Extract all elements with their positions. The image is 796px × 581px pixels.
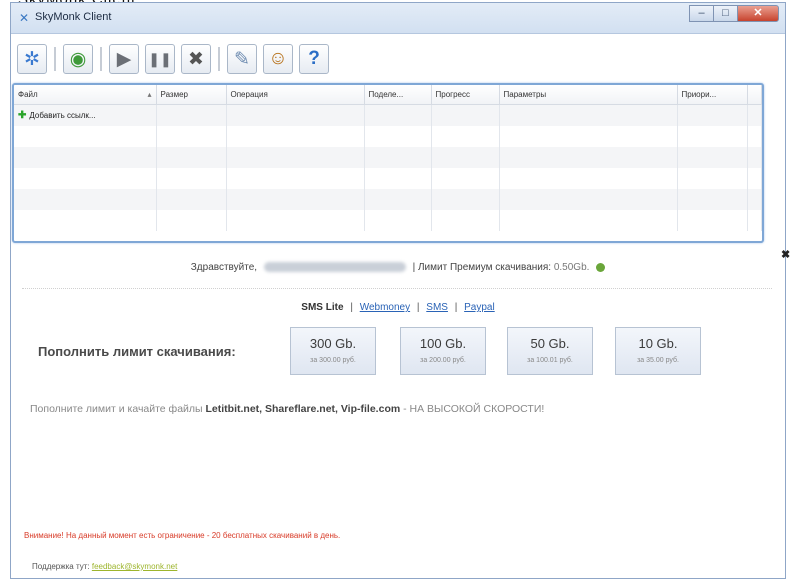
play-icon: ▶ [116, 48, 132, 70]
toolbar-separator [218, 47, 220, 71]
add-link-label: Добавить ссылк... [29, 111, 96, 120]
play-button[interactable]: ▶ [109, 44, 139, 74]
package-50gb-button[interactable]: 50 Gb. за 100.01 руб. [507, 327, 593, 375]
promo-text: Пополните лимит и качайте файлы Letitbit… [30, 403, 545, 415]
table-row[interactable] [14, 168, 762, 189]
downloads-table: Файл ▴ Размер Операция Поделе... Прогресс… [12, 83, 764, 243]
table-row[interactable] [14, 210, 762, 231]
table-row[interactable] [14, 189, 762, 210]
support-label: Поддержка тут: [32, 562, 90, 571]
toolbar: ✲ ◉ ▶ ❚❚ ✖ ✎ ☺ ? [17, 39, 335, 79]
toolbar-separator [54, 47, 56, 71]
blurred-email [263, 262, 406, 273]
package-price: за 100.01 руб. [527, 357, 573, 364]
maximize-button[interactable]: □ [713, 5, 737, 22]
payment-webmoney-link[interactable]: Webmoney [360, 302, 410, 313]
package-amount: 50 Gb. [530, 336, 570, 351]
warning-message: Внимание! На данный момент есть ограниче… [24, 531, 341, 540]
package-300gb-button[interactable]: 300 Gb. за 300.00 руб. [290, 327, 376, 375]
minimize-button[interactable]: – [689, 5, 713, 22]
payment-sms-link[interactable]: SMS [426, 302, 448, 313]
title-bar: ✕ SkyMonk Client – □ ✕ [11, 3, 785, 34]
panel-close-icon[interactable]: ✖ [781, 248, 790, 261]
globe-button[interactable]: ◉ [63, 44, 93, 74]
package-amount: 100 Gb. [419, 336, 467, 351]
toolbar-separator [100, 47, 102, 71]
package-100gb-button[interactable]: 100 Gb. за 200.00 руб. [400, 327, 486, 375]
column-header-size[interactable]: Размер [156, 85, 227, 105]
window-title: SkyMonk Client [35, 11, 112, 23]
greeting-text: Здравствуйте, [190, 262, 258, 273]
column-header-progress[interactable]: Прогресс [431, 85, 500, 105]
package-10gb-button[interactable]: 10 Gb. за 35.00 руб. [615, 327, 701, 375]
table-row[interactable]: ✚ Добавить ссылк... [14, 104, 762, 126]
package-price: за 300.00 руб. [310, 357, 356, 364]
column-header-shared[interactable]: Поделе... [364, 85, 432, 105]
limit-label: Лимит Премиум скачивания: [417, 262, 552, 273]
column-header-empty [747, 85, 762, 105]
payment-paypal-link[interactable]: Paypal [464, 302, 495, 313]
add-link-cell[interactable]: ✚ Добавить ссылк... [14, 104, 157, 126]
help-icon: ? [308, 48, 320, 69]
table-header: Файл ▴ Размер Операция Поделе... Прогресс… [14, 85, 762, 105]
app-icon: ✕ [19, 11, 30, 25]
user-button[interactable]: ☺ [263, 44, 293, 74]
stop-button[interactable]: ✖ [181, 44, 211, 74]
column-header-file[interactable]: Файл ▴ [14, 85, 157, 105]
stop-icon: ✖ [188, 48, 204, 70]
payment-sms-lite[interactable]: SMS Lite [301, 302, 343, 313]
column-header-operation[interactable]: Операция [226, 85, 365, 105]
refill-label: Пополнить лимит скачивания: [38, 344, 236, 359]
close-button[interactable]: ✕ [737, 5, 779, 22]
sort-arrow-icon: ▴ [147, 90, 152, 99]
column-header-priority[interactable]: Приори... [677, 85, 748, 105]
status-icon [596, 262, 606, 272]
package-amount: 300 Gb. [309, 336, 357, 351]
package-price: за 200.00 руб. [420, 357, 466, 364]
globe-icon: ◉ [69, 48, 87, 70]
pause-button[interactable]: ❚❚ [145, 44, 175, 74]
support-line: Поддержка тут: feedback@skymonk.net [32, 562, 177, 571]
network-icon: ✲ [24, 48, 40, 70]
account-info: Здравствуйте, | Лимит Премиум скачивания… [0, 262, 796, 273]
table-row[interactable] [14, 147, 762, 168]
network-button[interactable]: ✲ [17, 44, 47, 74]
user-icon: ☺ [268, 48, 288, 69]
limit-value: 0.50Gb. [553, 262, 590, 273]
settings-icon: ✎ [234, 48, 250, 70]
support-email-link[interactable]: feedback@skymonk.net [92, 562, 178, 571]
pause-icon: ❚❚ [148, 50, 172, 67]
add-icon: ✚ [18, 110, 27, 121]
help-button[interactable]: ? [299, 44, 329, 74]
column-header-parameters[interactable]: Параметры [499, 85, 678, 105]
window-controls: – □ ✕ [689, 5, 779, 22]
divider [22, 288, 772, 289]
settings-button[interactable]: ✎ [227, 44, 257, 74]
package-amount: 10 Gb. [638, 336, 678, 351]
table-row[interactable] [14, 126, 762, 147]
payment-methods: SMS Lite | Webmoney | SMS | Paypal [301, 302, 495, 313]
promo-sites: Letitbit.net, Shareflare.net, Vip-file.c… [205, 403, 401, 415]
package-price: за 35.00 руб. [637, 357, 679, 364]
info-separator: | [412, 262, 416, 273]
